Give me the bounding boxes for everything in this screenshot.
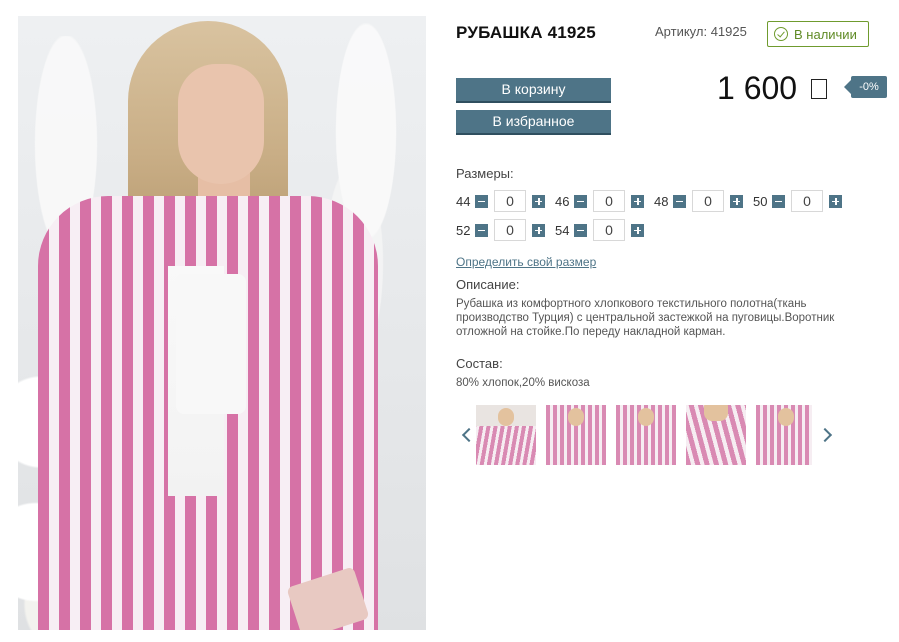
quantity-input[interactable] (593, 190, 625, 212)
thumbnail-image[interactable] (546, 405, 606, 465)
minus-button[interactable] (475, 223, 488, 237)
size-item-48: 48 (654, 190, 743, 212)
chevron-left-icon[interactable] (458, 405, 476, 465)
size-number: 44 (456, 193, 471, 209)
product-title: РУБАШКА 41925 (456, 23, 596, 42)
plus-button[interactable] (631, 194, 644, 208)
price-value: 1 600 (717, 70, 798, 106)
check-circle-icon (774, 27, 788, 41)
ruble-sign-icon (811, 78, 828, 99)
size-number: 52 (456, 222, 471, 238)
add-to-favorites-button[interactable]: В избранное (456, 110, 611, 133)
composition-label: Состав: (456, 356, 503, 371)
price: 1 600 (717, 70, 828, 107)
minus-button[interactable] (772, 194, 785, 208)
thumbnail-image[interactable] (686, 405, 746, 465)
plus-button[interactable] (631, 223, 644, 237)
size-item-44: 44 (456, 190, 545, 212)
size-item-50: 50 (753, 190, 842, 212)
quantity-input[interactable] (593, 219, 625, 241)
quantity-input[interactable] (494, 219, 526, 241)
thumbnail-image[interactable] (756, 405, 812, 465)
composition-text: 80% хлопок,20% вискоза (456, 377, 590, 389)
product-main-photo[interactable] (18, 16, 426, 630)
add-to-cart-button[interactable]: В корзину (456, 78, 611, 101)
stock-badge: В наличии (767, 21, 869, 47)
stock-label: В наличии (794, 26, 857, 42)
size-number: 46 (555, 193, 570, 209)
white-undershirt (176, 274, 246, 414)
size-number: 48 (654, 193, 669, 209)
discount-badge: -0% (844, 76, 887, 98)
chevron-right-icon[interactable] (818, 405, 836, 465)
size-guide-link[interactable]: Определить свой размер (456, 255, 596, 269)
plus-button[interactable] (730, 194, 743, 208)
size-number: 50 (753, 193, 768, 209)
description-label: Описание: (456, 277, 520, 292)
thumbnail-image[interactable] (616, 405, 676, 465)
plus-button[interactable] (532, 194, 545, 208)
quantity-input[interactable] (494, 190, 526, 212)
size-item-52: 52 (456, 219, 545, 241)
plus-button[interactable] (532, 223, 545, 237)
plus-button[interactable] (829, 194, 842, 208)
size-number: 54 (555, 222, 570, 238)
quantity-input[interactable] (692, 190, 724, 212)
thumbnail-image[interactable] (476, 405, 536, 465)
size-row: 52 54 (456, 219, 654, 241)
thumbnail-carousel (458, 405, 836, 465)
minus-button[interactable] (574, 223, 587, 237)
size-item-54: 54 (555, 219, 644, 241)
product-article: Артикул: 41925 (655, 24, 747, 39)
size-item-46: 46 (555, 190, 644, 212)
quantity-input[interactable] (791, 190, 823, 212)
description-text: Рубашка из комфортного хлопкового тексти… (456, 298, 835, 338)
minus-button[interactable] (673, 194, 686, 208)
sizes-label: Размеры: (456, 166, 514, 181)
size-row: 44 46 48 50 (456, 190, 852, 212)
model-face (178, 64, 264, 184)
minus-button[interactable] (475, 194, 488, 208)
minus-button[interactable] (574, 194, 587, 208)
